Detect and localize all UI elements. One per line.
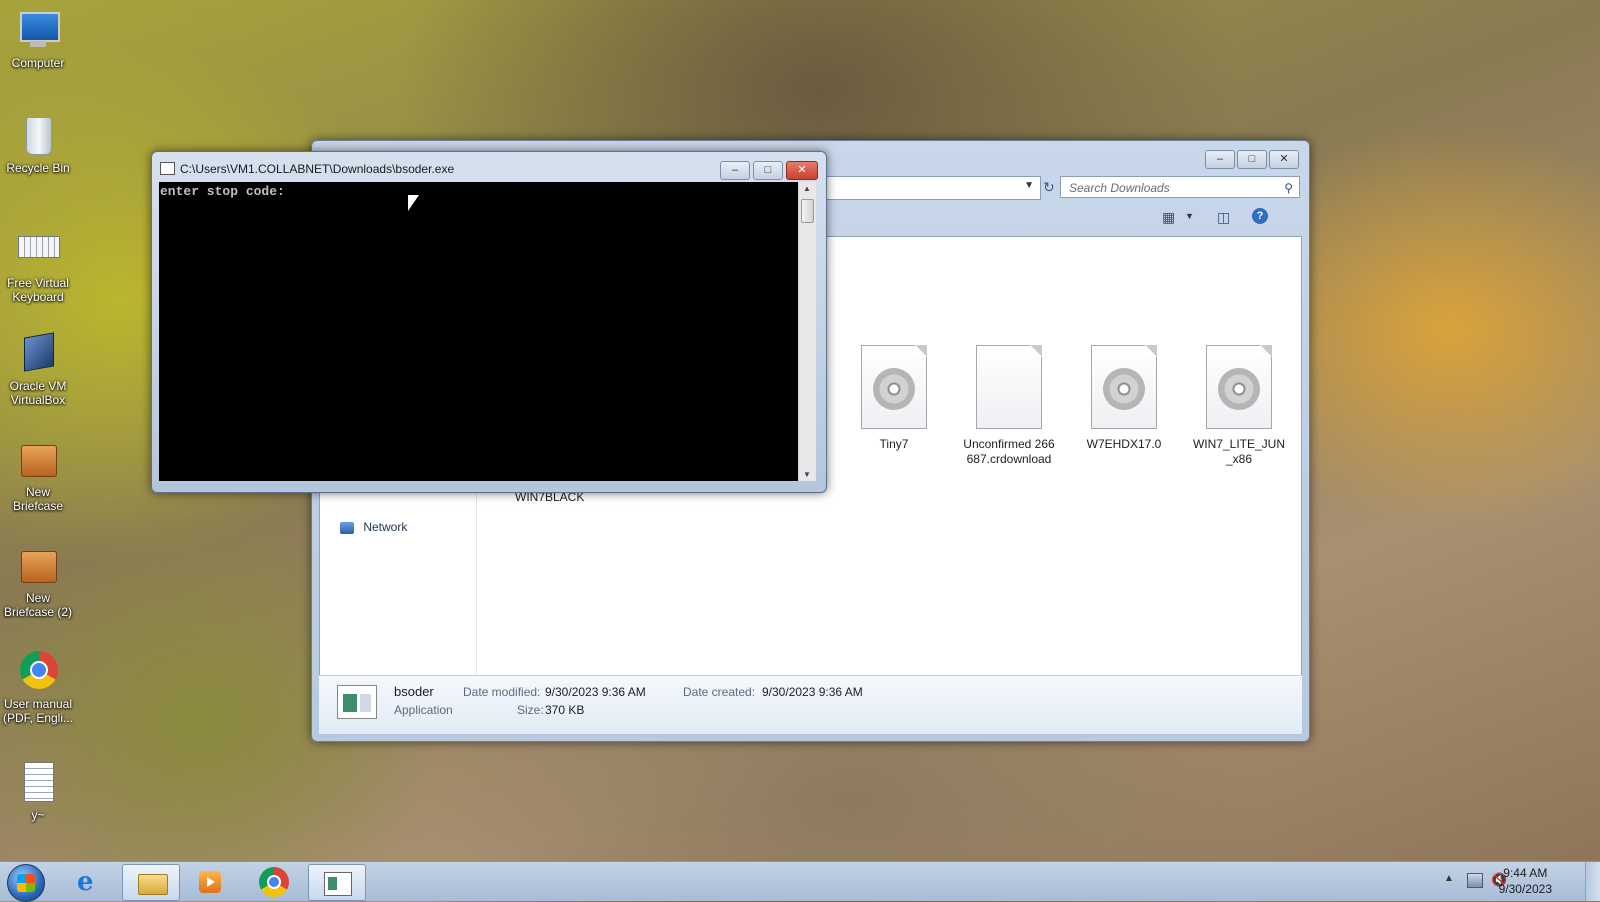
show-hidden-icons[interactable]: ▲ xyxy=(1444,873,1454,884)
disc-image-icon xyxy=(1091,345,1157,429)
briefcase-icon xyxy=(16,437,60,481)
window-title: C:\Users\VM1.COLLABNET\Downloads\bsoder.… xyxy=(180,162,455,176)
recycle-bin-icon xyxy=(16,113,60,157)
vertical-scrollbar[interactable]: ▲ ▼ xyxy=(798,182,816,481)
maximize-button[interactable]: □ xyxy=(753,161,783,180)
start-button[interactable] xyxy=(7,864,45,902)
desktop-icon-label: Computer xyxy=(11,56,65,70)
desktop-icon-label: User manual (PDF, Engli... xyxy=(2,697,74,725)
console-prompt: enter stop code: xyxy=(160,184,285,199)
desktop-icon-label: Oracle VM VirtualBox xyxy=(9,379,67,407)
network-icon xyxy=(340,521,354,534)
details-modified-value: 9/30/2023 9:36 AM xyxy=(545,685,646,699)
address-bar[interactable]: ▼ xyxy=(817,176,1041,200)
refresh-button[interactable]: ↻ xyxy=(1043,176,1057,198)
preview-pane-icon[interactable]: ◫ xyxy=(1217,209,1230,226)
file-item[interactable]: Tiny7 xyxy=(839,345,949,452)
details-file-name: bsoder xyxy=(394,684,434,699)
help-icon[interactable]: ? xyxy=(1252,208,1268,224)
details-size-label: Size: xyxy=(517,703,544,717)
folder-icon xyxy=(138,874,168,895)
desktop-icon-oracle-vm-virtualbox[interactable]: Oracle VM VirtualBox xyxy=(0,331,76,407)
application-icon-detail xyxy=(328,877,337,890)
file-name: WIN7_LITE_JUN_x86 xyxy=(1192,437,1286,466)
taskbar-bsoder[interactable] xyxy=(308,864,366,901)
chevron-down-icon[interactable]: ▼ xyxy=(1185,211,1194,221)
keyboard-icon xyxy=(16,228,60,272)
disc-image-icon xyxy=(1206,345,1272,429)
details-created-value: 9/30/2023 9:36 AM xyxy=(762,685,863,699)
file-item[interactable]: W7EHDX17.0 xyxy=(1069,345,1179,452)
details-pane: bsoder Application Date modified: 9/30/2… xyxy=(319,675,1302,734)
close-button[interactable]: ✕ xyxy=(786,161,818,180)
taskbar: e ▲ 🔇 9:44 AM 9/30/2023 xyxy=(0,861,1600,902)
desktop-icon-new-briefcase-2[interactable]: New Briefcase (2) xyxy=(0,543,76,619)
desktop-icon-y[interactable]: y~ xyxy=(0,760,76,822)
close-button[interactable]: ✕ xyxy=(1269,150,1299,169)
virtualbox-icon xyxy=(16,331,60,375)
desktop-icon-free-virtual-keyboard[interactable]: Free Virtual Keyboard xyxy=(0,228,76,304)
console-output[interactable]: enter stop code: xyxy=(159,182,798,481)
desktop-icon-user-manual[interactable]: User manual (PDF, Engli... xyxy=(0,649,76,725)
desktop-icon-recycle-bin[interactable]: Recycle Bin xyxy=(0,113,76,175)
details-modified-label: Date modified: xyxy=(463,685,541,699)
mouse-cursor-icon xyxy=(408,195,419,211)
search-icon[interactable]: ⚲ xyxy=(1284,177,1293,199)
computer-icon xyxy=(16,8,60,52)
file-item[interactable]: WIN7_LITE_JUN_x86 xyxy=(1184,345,1294,467)
clock-date: 9/30/2023 xyxy=(1498,882,1552,896)
desktop-icon-computer[interactable]: Computer xyxy=(0,8,76,70)
file-name: W7EHDX17.0 xyxy=(1086,437,1162,451)
taskbar-file-explorer[interactable] xyxy=(122,864,180,901)
details-created-label: Date created: xyxy=(683,685,756,699)
chevron-down-icon[interactable]: ▼ xyxy=(1024,180,1034,191)
network-tray-icon[interactable] xyxy=(1467,873,1483,888)
desktop-icon-label: Free Virtual Keyboard xyxy=(7,276,69,304)
desktop-icon-label: New Briefcase (2) xyxy=(3,591,73,619)
nav-item-network[interactable]: Network xyxy=(340,520,407,534)
taskbar-internet-explorer[interactable]: e xyxy=(62,864,118,899)
desktop-icon-label: New Briefcase xyxy=(12,485,64,513)
clock[interactable]: 9:44 AM 9/30/2023 xyxy=(1499,865,1552,897)
taskbar-chrome[interactable] xyxy=(245,864,301,899)
chrome-icon xyxy=(16,649,60,693)
minimize-button[interactable]: – xyxy=(720,161,750,180)
desktop-icon-label: y~ xyxy=(31,808,45,822)
taskbar-media-player[interactable] xyxy=(182,864,238,899)
maximize-button[interactable]: □ xyxy=(1237,150,1267,169)
clock-time: 9:44 AM xyxy=(1503,866,1548,880)
file-name: Unconfirmed 266687.crdownload xyxy=(963,437,1055,466)
file-item[interactable]: Unconfirmed 266687.crdownload xyxy=(954,345,1064,467)
console-window[interactable]: C:\Users\VM1.COLLABNET\Downloads\bsoder.… xyxy=(151,151,827,493)
disc-image-icon xyxy=(861,345,927,429)
search-placeholder: Search Downloads xyxy=(1069,181,1170,195)
scroll-down-icon[interactable]: ▼ xyxy=(803,470,811,479)
chrome-center-icon xyxy=(267,875,281,889)
view-options-icon[interactable]: ▦ xyxy=(1162,209,1175,226)
document-icon xyxy=(16,760,60,804)
scroll-up-icon[interactable]: ▲ xyxy=(803,184,811,193)
file-name: Tiny7 xyxy=(879,437,909,451)
details-file-type: Application xyxy=(394,703,453,717)
desktop-icon-new-briefcase[interactable]: New Briefcase xyxy=(0,437,76,513)
desktop-icon-label: Recycle Bin xyxy=(6,161,70,175)
windows-logo-icon xyxy=(17,874,35,892)
console-app-icon xyxy=(160,162,175,175)
show-desktop-button[interactable] xyxy=(1585,862,1600,901)
nav-item-label: Network xyxy=(363,520,408,534)
toolbar: ▦ ▼ ◫ ? xyxy=(817,203,1302,233)
blank-file-icon xyxy=(976,345,1042,429)
scroll-thumb[interactable] xyxy=(801,199,814,223)
internet-explorer-icon: e xyxy=(77,867,94,897)
details-size-value: 370 KB xyxy=(545,703,585,717)
briefcase-icon xyxy=(16,543,60,587)
minimize-button[interactable]: – xyxy=(1205,150,1235,169)
application-icon xyxy=(337,685,377,719)
play-icon xyxy=(207,877,215,887)
search-input[interactable]: Search Downloads ⚲ xyxy=(1060,176,1300,198)
